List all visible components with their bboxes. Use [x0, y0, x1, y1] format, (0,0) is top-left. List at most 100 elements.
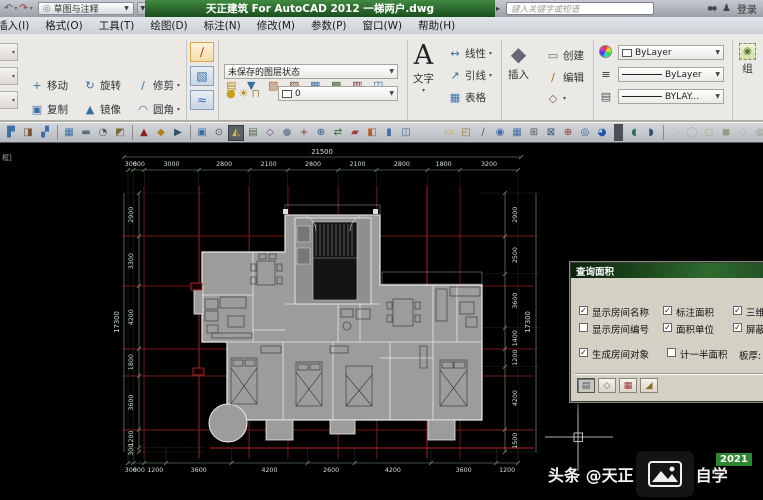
cutoff-ribbon-button[interactable]: ▾ [0, 91, 18, 109]
modify-tool-6[interactable]: ◠圆角▾ [136, 102, 180, 117]
bulb-icon[interactable]: ● [226, 87, 236, 100]
toolbar-icon-44[interactable]: ◻ [701, 125, 717, 141]
redo-icon[interactable]: ↷ [19, 4, 27, 14]
toolbar-icon-5[interactable]: ▦ [61, 125, 77, 141]
user-icon[interactable]: ♟ [722, 3, 731, 14]
sun-icon[interactable]: ☀ [239, 87, 249, 100]
current-layer-dropdown[interactable]: 0 ▼ [278, 86, 398, 101]
search-input[interactable]: 键入关键字或短语 [506, 2, 654, 15]
checkbox-1[interactable]: ✓ [579, 306, 588, 315]
menu-item-1[interactable]: 插入(I) [0, 18, 37, 33]
undo-dropdown-icon[interactable]: ▾ [14, 5, 17, 12]
toolbar-icon-3[interactable]: ▞ [37, 125, 53, 141]
layer-tool-3[interactable]: ▧ [268, 79, 278, 92]
search-binoculars-icon[interactable]: ●● [708, 5, 716, 12]
lineweight-tool[interactable]: ≡ [599, 67, 613, 81]
color-wheel[interactable] [599, 45, 612, 58]
menu-item-5[interactable]: 标注(N) [196, 18, 249, 33]
toolbar-icon-19[interactable]: ● [279, 125, 295, 141]
workspace-switcher[interactable]: ◎ 草图与注释 ▼ [38, 2, 134, 15]
object-color-dropdown[interactable]: ByLayer ▼ [618, 45, 724, 60]
login-link[interactable]: 登录 [737, 1, 757, 16]
text-tool-button[interactable]: A 文字 ▾ [413, 42, 434, 94]
block-attr-dropdown[interactable]: ◇▾ [546, 91, 566, 105]
toolbar-icon-18[interactable]: ◇ [262, 125, 278, 141]
toolbar-icon-16[interactable]: ◭ [228, 125, 244, 141]
toolbar-icon-42[interactable]: ◌ [667, 125, 683, 141]
table-button[interactable]: ▦表格 [448, 90, 486, 105]
dialog-title-bar[interactable]: 查询面积 [571, 263, 763, 278]
unlock-icon[interactable]: ⊓ [251, 87, 260, 100]
pick-screen-tool-button[interactable]: ▦ [619, 378, 637, 393]
toolbar-icon-21[interactable]: ⊕ [313, 125, 329, 141]
toolbar-icon-45[interactable]: ◼ [718, 125, 734, 141]
modify-tool-4[interactable]: ▣复制 [30, 102, 68, 117]
toolbar-icon-8[interactable]: ◩ [112, 125, 128, 141]
linetype-dropdown[interactable]: BYLAY... ▼ [618, 89, 724, 104]
toolbar-icon-1[interactable]: ▛ [3, 125, 19, 141]
insert-block-button[interactable]: ◆ 插入 [508, 42, 529, 82]
query-area-dialog[interactable]: 查询面积 ✓显示房间名称✓标注面积✓三维显示房间编号✓面积单位✓屏蔽✓生成房间对… [570, 262, 763, 402]
toolbar-icon-35[interactable]: ⊕ [560, 125, 576, 141]
toolbar-icon-34[interactable]: ⊠ [543, 125, 559, 141]
toolbar-icon-39[interactable]: ◖ [626, 125, 642, 141]
toolbar-icon-22[interactable]: ⇄ [330, 125, 346, 141]
modify-tool-1[interactable]: +移动 [30, 78, 68, 93]
menu-item-2[interactable]: 格式(O) [37, 18, 90, 33]
toolbar-icon-6[interactable]: ▬ [78, 125, 94, 141]
toolbar-icon-23[interactable]: ▰ [347, 125, 363, 141]
menu-item-9[interactable]: 帮助(H) [410, 18, 463, 33]
pick-angle-tool-button[interactable]: ◢ [640, 378, 658, 393]
toolbar-icon-20[interactable]: + [296, 125, 312, 141]
modify-tool-3[interactable]: ∕修剪▾ [136, 78, 180, 93]
checkbox-7[interactable]: ✓ [579, 348, 588, 357]
toolbar-icon-29[interactable]: ◰ [458, 125, 474, 141]
modify-tool-5[interactable]: ▲镜像 [83, 102, 121, 117]
toolbar-icon-33[interactable]: ⊞ [526, 125, 542, 141]
toolbar-icon-25[interactable]: ▮ [381, 125, 397, 141]
tz-sketch-tool-button[interactable]: ∕ [190, 42, 214, 62]
cutoff-ribbon-button[interactable]: ▾ [0, 43, 18, 61]
menu-item-3[interactable]: 工具(T) [91, 18, 143, 33]
toolbar-icon-32[interactable]: ▦ [509, 125, 525, 141]
toolbar-icon-36[interactable]: ◎ [577, 125, 593, 141]
toolbar-icon-12[interactable]: ▶ [170, 125, 186, 141]
toolbar-icon-11[interactable]: ◆ [153, 125, 169, 141]
menu-item-4[interactable]: 绘图(D) [142, 18, 195, 33]
menu-item-8[interactable]: 窗口(W) [355, 18, 411, 33]
tz-cloud-tool-button[interactable]: ≈ [190, 90, 214, 110]
menu-item-7[interactable]: 参数(P) [303, 18, 355, 33]
toolbar-icon-10[interactable]: ▲ [136, 125, 152, 141]
layer-state-dropdown[interactable]: 未保存的图层状态 ▼ [224, 64, 398, 79]
toolbar-icon-15[interactable]: ⊙ [211, 125, 227, 141]
leader-button[interactable]: ↗引线▾ [448, 68, 492, 83]
checkbox-5[interactable]: ✓ [663, 323, 672, 332]
group-button[interactable]: ◉ 组 [739, 43, 756, 76]
toolbar-icon-28[interactable]: ▭ [441, 125, 457, 141]
pick-rect-tool-button[interactable]: ▤ [577, 378, 595, 393]
edit-block-button[interactable]: ∕编辑 [546, 70, 584, 85]
toolbar-icon-14[interactable]: ▣ [194, 125, 210, 141]
toolbar-icon-37[interactable]: ◕ [594, 125, 610, 141]
checkbox-4[interactable] [579, 323, 588, 332]
linetype-tool[interactable]: ▤ [599, 89, 613, 103]
lineweight-dropdown[interactable]: ByLayer ▼ [618, 67, 724, 82]
toolbar-icon-46[interactable]: ◇ [735, 125, 751, 141]
pick-polygon-tool-button[interactable]: ◇ [598, 378, 616, 393]
redo-dropdown-icon[interactable]: ▾ [30, 5, 33, 12]
toolbar-icon-24[interactable]: ◧ [364, 125, 380, 141]
checkbox-3[interactable]: ✓ [733, 306, 742, 315]
toolbar-icon-47[interactable]: ◍ [752, 125, 763, 141]
toolbar-icon-40[interactable]: ◗ [643, 125, 659, 141]
toolbar-icon-17[interactable]: ▤ [245, 125, 261, 141]
checkbox-6[interactable]: ✓ [733, 323, 742, 332]
menu-item-6[interactable]: 修改(M) [249, 18, 303, 33]
undo-icon[interactable]: ↶ [4, 4, 12, 14]
tz-wall-tool-button[interactable]: ▧ [190, 66, 214, 86]
toolbar-icon-31[interactable]: ◉ [492, 125, 508, 141]
toolbar-icon-30[interactable]: ∕ [475, 125, 491, 141]
checkbox-2[interactable]: ✓ [663, 306, 672, 315]
modify-tool-2[interactable]: ↻旋转 [83, 78, 121, 93]
drawing-canvas[interactable]: 框] [0, 143, 763, 500]
toolbar-icon-26[interactable]: ◫ [398, 125, 414, 141]
